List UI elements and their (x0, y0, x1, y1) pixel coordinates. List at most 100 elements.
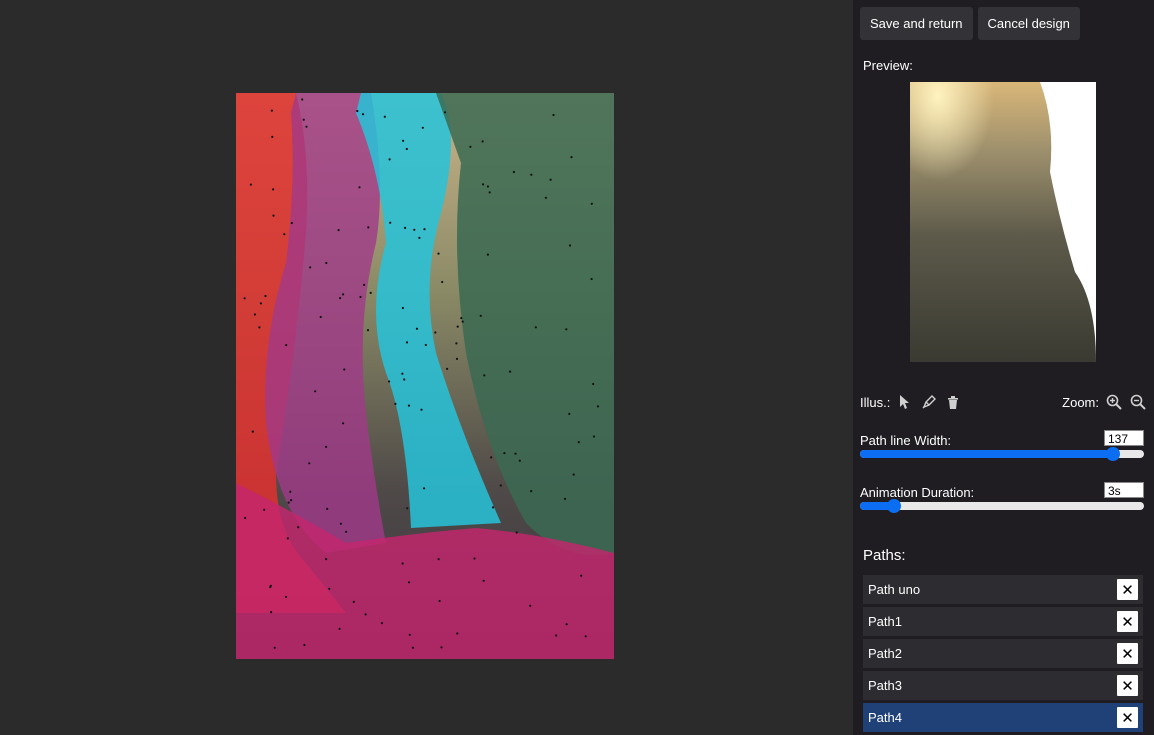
control-point[interactable] (380, 622, 383, 625)
control-point[interactable] (302, 118, 305, 121)
control-point[interactable] (273, 646, 276, 649)
remove-path-button[interactable]: ✕ (1117, 643, 1138, 664)
control-point[interactable] (479, 314, 482, 317)
control-point[interactable] (592, 435, 596, 438)
control-point[interactable] (486, 253, 489, 256)
control-point[interactable] (488, 191, 491, 194)
control-point[interactable] (364, 613, 367, 616)
control-point[interactable] (565, 623, 568, 626)
control-point[interactable] (482, 579, 485, 582)
path-list-item[interactable]: Path uno ✕ (863, 575, 1143, 604)
control-point[interactable] (401, 372, 404, 375)
control-point[interactable] (388, 158, 391, 161)
path-list-item-selected[interactable]: Path4 ✕ (863, 703, 1143, 732)
control-point[interactable] (555, 634, 558, 637)
control-point[interactable] (503, 452, 506, 455)
animation-duration-slider[interactable] (860, 499, 1144, 513)
remove-path-button[interactable]: ✕ (1117, 611, 1138, 632)
control-point[interactable] (491, 506, 495, 509)
control-point[interactable] (515, 531, 518, 534)
control-point[interactable] (319, 315, 322, 319)
control-point[interactable] (287, 501, 290, 504)
control-point[interactable] (356, 109, 359, 113)
remove-path-button[interactable]: ✕ (1117, 675, 1138, 696)
control-point[interactable] (499, 484, 502, 487)
control-point[interactable] (534, 326, 537, 329)
control-point[interactable] (394, 402, 397, 405)
control-point[interactable] (420, 408, 423, 411)
control-point[interactable] (490, 456, 493, 459)
zoom-out-icon[interactable] (1129, 393, 1147, 411)
control-point[interactable] (405, 341, 409, 344)
control-point[interactable] (441, 280, 444, 284)
control-point[interactable] (440, 646, 443, 649)
control-point[interactable] (259, 302, 262, 305)
control-point[interactable] (253, 313, 256, 316)
control-point[interactable] (305, 125, 308, 128)
control-point[interactable] (421, 126, 424, 129)
control-point[interactable] (563, 497, 567, 500)
control-point[interactable] (568, 244, 572, 247)
control-point[interactable] (418, 236, 421, 239)
control-point[interactable] (590, 277, 593, 281)
control-point[interactable] (314, 390, 317, 393)
control-point[interactable] (251, 430, 254, 433)
control-point[interactable] (552, 113, 555, 117)
control-point[interactable] (363, 283, 366, 286)
control-point[interactable] (301, 98, 304, 101)
control-point[interactable] (289, 490, 292, 493)
design-illustration[interactable] (236, 93, 614, 659)
control-point[interactable] (325, 445, 328, 448)
control-point[interactable] (270, 109, 273, 112)
control-point[interactable] (401, 306, 404, 310)
path-width-input[interactable]: 137 (1104, 430, 1144, 446)
control-point[interactable] (415, 327, 419, 330)
control-point[interactable] (568, 412, 571, 415)
control-point[interactable] (565, 328, 568, 331)
control-point[interactable] (456, 325, 459, 328)
control-point[interactable] (342, 293, 345, 296)
control-point[interactable] (423, 228, 426, 231)
control-point[interactable] (383, 115, 386, 118)
control-point[interactable] (570, 156, 573, 159)
control-point[interactable] (339, 297, 342, 300)
control-point[interactable] (325, 261, 328, 265)
control-point[interactable] (405, 147, 408, 151)
control-point[interactable] (328, 587, 331, 590)
control-point[interactable] (264, 294, 267, 298)
control-point[interactable] (590, 202, 593, 205)
control-point[interactable] (389, 221, 392, 224)
control-point[interactable] (352, 600, 355, 603)
control-point[interactable] (270, 611, 273, 614)
control-point[interactable] (424, 343, 427, 347)
control-point[interactable] (359, 295, 362, 299)
remove-path-button[interactable]: ✕ (1117, 707, 1138, 728)
control-point[interactable] (455, 357, 459, 360)
control-point[interactable] (437, 252, 440, 255)
path-list-item[interactable]: Path3 ✕ (863, 671, 1143, 700)
control-point[interactable] (446, 367, 449, 370)
control-point[interactable] (544, 196, 547, 199)
control-point[interactable] (286, 537, 289, 540)
save-and-return-button[interactable]: Save and return (860, 7, 973, 40)
control-point[interactable] (481, 140, 484, 143)
control-point[interactable] (337, 229, 340, 232)
control-point[interactable] (369, 291, 372, 294)
control-point[interactable] (249, 183, 252, 186)
control-point[interactable] (584, 635, 587, 638)
zoom-in-icon[interactable] (1105, 393, 1123, 411)
control-point[interactable] (514, 452, 517, 455)
control-point[interactable] (460, 317, 463, 320)
control-point[interactable] (434, 331, 437, 334)
control-point[interactable] (388, 380, 391, 383)
control-point[interactable] (271, 135, 274, 138)
control-point[interactable] (325, 558, 328, 561)
control-point[interactable] (473, 557, 476, 560)
control-point[interactable] (580, 574, 583, 577)
control-point[interactable] (413, 228, 416, 231)
control-point[interactable] (297, 526, 300, 529)
control-point[interactable] (403, 378, 406, 381)
cursor-icon[interactable] (896, 393, 914, 411)
path-width-slider[interactable] (860, 447, 1144, 461)
control-point[interactable] (290, 221, 293, 225)
